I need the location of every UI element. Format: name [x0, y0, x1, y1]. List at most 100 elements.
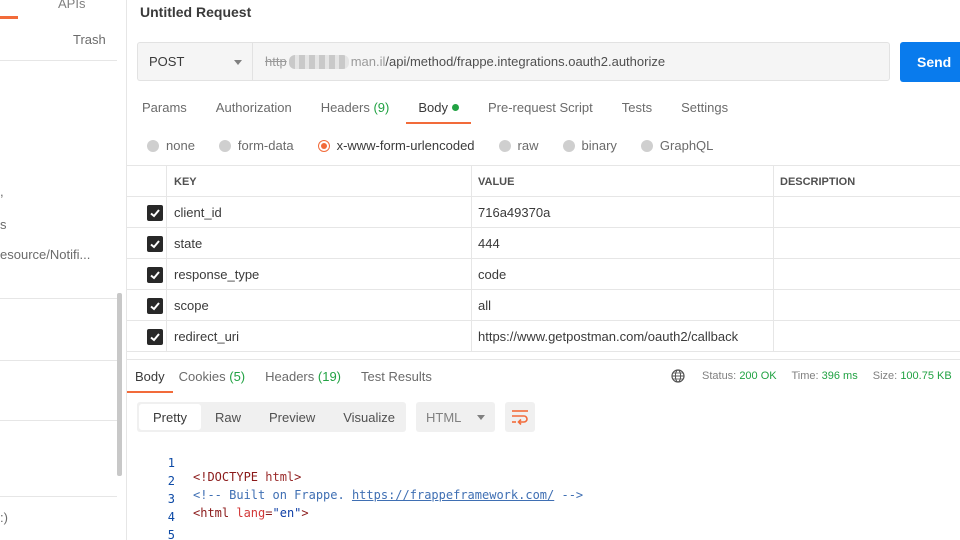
checkbox-checked-icon[interactable] [147, 329, 163, 345]
tab-label: Headers [320, 100, 370, 115]
wrap-lines-icon [512, 410, 528, 425]
checkbox-checked-icon[interactable] [147, 298, 163, 314]
send-button[interactable]: Send [900, 42, 960, 82]
time-value[interactable]: 396 ms [822, 370, 858, 382]
param-value[interactable]: all [472, 290, 774, 321]
radio-circle-icon [147, 139, 159, 152]
url-input[interactable]: http man. il /api/method/frappe.integrat… [252, 42, 890, 81]
tab-settings[interactable]: Settings [681, 100, 728, 123]
radio-circle-icon [218, 139, 231, 152]
code-line: 5 <head> [127, 514, 960, 540]
format-value: HTML [426, 409, 462, 425]
tab-label: Cookies [178, 369, 226, 384]
checkbox-checked-icon[interactable] [147, 236, 163, 252]
format-select[interactable]: HTML [416, 402, 495, 432]
param-description[interactable] [774, 197, 960, 228]
param-value[interactable]: https://www.getpostman.com/oauth2/callba… [472, 321, 774, 352]
param-key[interactable]: redirect_uri [167, 321, 472, 352]
request-panel: Untitled Request POST http man. il /api/… [127, 0, 960, 540]
view-pretty-button[interactable]: Pretty [139, 404, 201, 430]
param-value[interactable]: 716a49370a [472, 197, 774, 228]
tab-label: Authorization [215, 100, 292, 115]
tab-headers[interactable]: Headers (9) [321, 100, 390, 123]
param-value[interactable]: 444 [472, 228, 774, 259]
table-row: client_id 716a49370a [127, 197, 960, 228]
sidebar-partial-item[interactable]: :) [0, 510, 8, 525]
checkbox-checked-icon[interactable] [147, 205, 163, 221]
globe-icon[interactable] [671, 369, 685, 383]
sidebar-partial-item[interactable]: , [0, 184, 4, 199]
tab-pre-request-script[interactable]: Pre-request Script [488, 100, 593, 123]
tab-label: Headers [265, 369, 315, 384]
code-line: 1 <!DOCTYPE html> [127, 442, 960, 484]
param-value[interactable]: code [472, 259, 774, 290]
chevron-down-icon [234, 60, 242, 65]
wrap-lines-button[interactable] [505, 402, 535, 432]
tab-label: Params [142, 100, 187, 115]
sidebar-tab-indicator [0, 16, 18, 19]
column-header-value: VALUE [472, 166, 774, 197]
view-visualize-button[interactable]: Visualize [329, 404, 409, 430]
row-checkbox-cell [127, 228, 167, 259]
view-preview-button[interactable]: Preview [255, 404, 329, 430]
params-table: KEY VALUE DESCRIPTION client_id 716a4937… [127, 165, 960, 352]
radio-none[interactable]: none [147, 138, 195, 153]
line-number: 5 [167, 528, 175, 540]
request-title[interactable]: Untitled Request [140, 4, 251, 20]
sidebar-divider [0, 298, 117, 299]
tab-params[interactable]: Params [142, 100, 187, 123]
radio-graphql[interactable]: GraphQL [640, 138, 713, 153]
tab-label: Body [135, 369, 165, 384]
view-mode-segmented: Pretty Raw Preview Visualize [137, 402, 406, 432]
table-row: response_type code [127, 259, 960, 290]
radio-x-www-form-urlencoded[interactable]: x-www-form-urlencoded [317, 138, 475, 153]
tab-count: (9) [373, 100, 390, 115]
param-key[interactable]: state [167, 228, 472, 259]
radio-form-data[interactable]: form-data [218, 138, 294, 153]
sidebar: APIs Trash , s esource/Notifi... :) [0, 0, 127, 540]
radio-binary[interactable]: binary [562, 138, 617, 153]
view-raw-button[interactable]: Raw [201, 404, 255, 430]
url-path: /api/method/frappe.integrations.oauth2.a… [385, 54, 666, 69]
checkbox-checked-icon[interactable] [147, 267, 163, 283]
request-tabs: Params Authorization Headers (9) Body Pr… [142, 100, 757, 124]
tab-body[interactable]: Body [406, 100, 471, 124]
code-line: 3 <html lang="en"> [127, 478, 960, 520]
sidebar-partial-item[interactable]: s [0, 217, 7, 232]
sidebar-divider [0, 60, 117, 61]
response-tab-cookies[interactable]: Cookies (5) [179, 369, 245, 384]
param-description[interactable] [774, 259, 960, 290]
radio-selected-icon [317, 139, 330, 152]
param-description[interactable] [774, 321, 960, 352]
size-value[interactable]: 100.75 KB [900, 370, 951, 382]
tab-label: Pre-request Script [487, 100, 593, 115]
response-tab-headers[interactable]: Headers (19) [265, 369, 341, 384]
radio-raw[interactable]: raw [498, 138, 539, 153]
response-bar: Body Cookies (5) Headers (19) Test Resul… [127, 359, 960, 393]
column-header-description: DESCRIPTION [780, 175, 856, 188]
response-code-editor[interactable]: 1 <!DOCTYPE html> 2 <!-- Built on Frappe… [127, 442, 960, 540]
response-tab-test-results[interactable]: Test Results [361, 369, 432, 384]
radio-label: none [166, 138, 195, 153]
tab-tests[interactable]: Tests [622, 100, 652, 123]
radio-label: binary [581, 138, 617, 153]
method-select[interactable]: POST [137, 42, 252, 81]
param-key[interactable]: response_type [167, 259, 472, 290]
table-header-cell [127, 166, 167, 197]
response-tab-body[interactable]: Body [127, 369, 173, 393]
table-header-row: KEY VALUE DESCRIPTION [127, 166, 960, 197]
row-checkbox-cell [127, 197, 167, 228]
sidebar-partial-item[interactable]: esource/Notifi... [0, 247, 90, 262]
sidebar-scrollbar[interactable] [117, 293, 122, 476]
param-description[interactable] [774, 290, 960, 321]
tab-authorization[interactable]: Authorization [216, 100, 292, 123]
sidebar-tab-apis[interactable]: APIs [58, 0, 85, 11]
param-key[interactable]: client_id [167, 197, 472, 228]
row-checkbox-cell [127, 259, 167, 290]
param-key[interactable]: scope [167, 290, 472, 321]
status-value[interactable]: 200 OK [739, 370, 776, 382]
tab-label: Tests [621, 100, 653, 115]
param-description[interactable] [774, 228, 960, 259]
table-row: redirect_uri https://www.getpostman.com/… [127, 321, 960, 352]
sidebar-trash-link[interactable]: Trash [73, 32, 106, 47]
